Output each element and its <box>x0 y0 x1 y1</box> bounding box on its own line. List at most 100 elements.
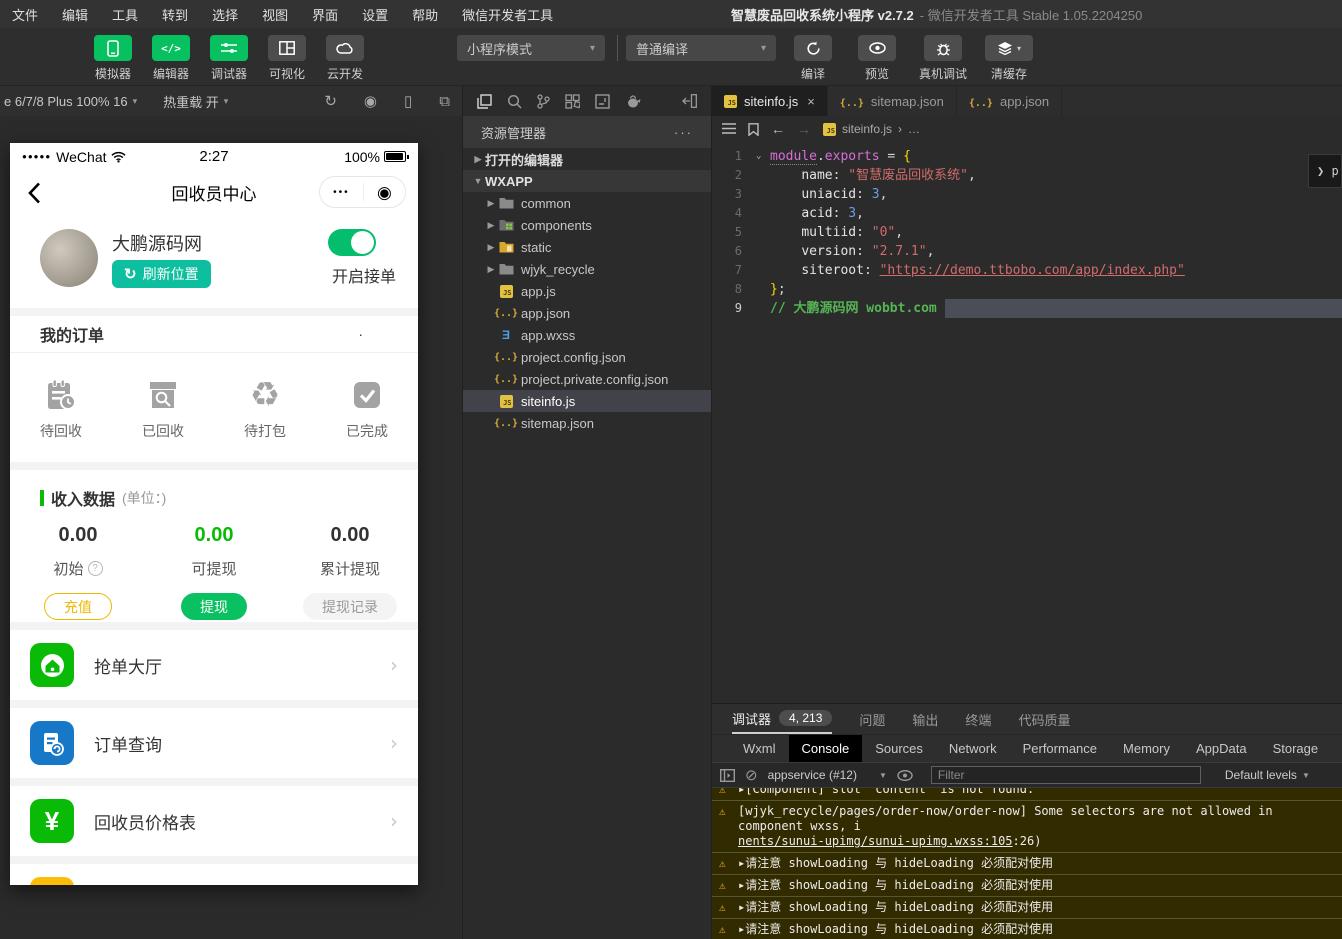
tree-item-wjyk_recycle[interactable]: ▶wjyk_recycle <box>463 258 711 280</box>
clear-console-icon[interactable]: ⊘ <box>745 766 758 784</box>
tree-item-app.json[interactable]: {..}app.json <box>463 302 711 324</box>
menu-item-row-2[interactable]: ¥回收员价格表› <box>10 786 418 856</box>
fold-icon[interactable]: ⌄ <box>756 147 770 166</box>
eye-icon[interactable] <box>897 770 913 781</box>
device-frame-icon[interactable]: ▯ <box>404 94 412 109</box>
square-icon[interactable] <box>595 94 610 109</box>
close-target-icon[interactable]: ◉ <box>377 184 392 201</box>
device-select[interactable]: e 6/7/8 Plus 100% 16 <box>4 94 128 109</box>
compile-mode-select[interactable]: 普通编译 ▾ <box>626 35 776 61</box>
debugger-tab-输出[interactable]: 输出 <box>912 704 938 734</box>
income-action-button[interactable]: 充值 <box>44 593 112 620</box>
tree-item-project.private.config.json[interactable]: {..}project.private.config.json <box>463 368 711 390</box>
toolbar-button-code[interactable]: </>编辑器 <box>142 35 200 82</box>
devtools-tab-Memory[interactable]: Memory <box>1110 735 1183 762</box>
devtools-tab-Network[interactable]: Network <box>936 735 1010 762</box>
devtools-tab-Sources[interactable]: Sources <box>862 735 936 762</box>
filter-input[interactable] <box>931 766 1201 784</box>
restart-icon[interactable]: ↻ <box>324 94 337 109</box>
grid-icon[interactable] <box>565 94 580 109</box>
collapse-icon[interactable] <box>682 94 697 108</box>
back-icon[interactable] <box>28 182 41 204</box>
menu-item-0[interactable]: 文件 <box>12 5 38 24</box>
mode-select[interactable]: 小程序模式 ▾ <box>457 35 605 61</box>
code-editor[interactable]: ❯ p 1⌄module.exports = {2 name: "智慧废品回收系… <box>712 142 1342 703</box>
tree-item-components[interactable]: ▶components <box>463 214 711 236</box>
menu-item-1[interactable]: 编辑 <box>62 5 88 24</box>
multi-window-icon[interactable]: ⧉ <box>439 94 450 109</box>
order-tab-check[interactable]: 已完成 <box>316 353 418 462</box>
help-icon[interactable]: ? <box>88 561 103 576</box>
console-warning-row[interactable]: ⚠▸请注意 showLoading 与 hideLoading 必须配对使用 <box>712 919 1342 939</box>
income-action-button[interactable]: 提现记录 <box>303 593 397 620</box>
more-icon[interactable]: ••• <box>333 187 350 198</box>
menu-item-row-1[interactable]: 订单查询› <box>10 708 418 778</box>
tree-item-sitemap.json[interactable]: {..}sitemap.json <box>463 412 711 434</box>
debugger-tab-代码质量[interactable]: 代码质量 <box>1018 704 1070 734</box>
menu-item-6[interactable]: 界面 <box>312 5 338 24</box>
console-output[interactable]: ⚠▸[Component] slot "content" is not foun… <box>712 788 1342 939</box>
debugger-tab-问题[interactable]: 问题 <box>859 704 885 734</box>
income-action-button[interactable]: 提现 <box>181 593 247 620</box>
more-actions-icon[interactable]: ··· <box>674 125 693 140</box>
project-root[interactable]: ▼ WXAPP <box>463 170 711 192</box>
breadcrumb[interactable]: JS siteinfo.js › … <box>823 122 920 136</box>
tab-siteinfo.js[interactable]: JSsiteinfo.js× <box>712 86 828 116</box>
menu-item-5[interactable]: 视图 <box>262 5 288 24</box>
tree-item-common[interactable]: ▶common <box>463 192 711 214</box>
tree-item-app.wxss[interactable]: Ǝapp.wxss <box>463 324 711 346</box>
tree-item-app.js[interactable]: JSapp.js <box>463 280 711 302</box>
avatar[interactable] <box>40 229 98 287</box>
accept-orders-toggle[interactable] <box>328 229 376 256</box>
tree-item-project.config.json[interactable]: {..}project.config.json <box>463 346 711 368</box>
devtools-tab-Wxml[interactable]: Wxml <box>730 735 789 762</box>
open-editors-section[interactable]: ▶ 打开的编辑器 <box>463 148 711 170</box>
toolbar-button-cloud[interactable]: 云开发 <box>316 35 374 82</box>
tab-app.json[interactable]: {..}app.json <box>957 86 1062 116</box>
devtools-tab-Security[interactable]: Security <box>1331 735 1342 762</box>
menu-item-7[interactable]: 设置 <box>362 5 388 24</box>
debugger-tab-调试器[interactable]: 调试器4, 213 <box>732 704 832 734</box>
devtools-tab-Storage[interactable]: Storage <box>1260 735 1332 762</box>
menu-item-row-3[interactable]: 回收网点› <box>10 864 418 885</box>
action-button-layers[interactable]: ▾清缓存 <box>980 35 1038 82</box>
order-tab-boxsearch[interactable]: 已回收 <box>112 353 214 462</box>
menu-item-2[interactable]: 工具 <box>112 5 138 24</box>
menu-item-3[interactable]: 转到 <box>162 5 188 24</box>
hot-reload-toggle[interactable]: 热重载 开 <box>163 92 219 111</box>
console-warning-row[interactable]: ⚠▸请注意 showLoading 与 hideLoading 必须配对使用 <box>712 875 1342 897</box>
toolbar-button-layout[interactable]: 可视化 <box>258 35 316 82</box>
outline-list-icon[interactable] <box>722 123 736 135</box>
devtools-tab-Performance[interactable]: Performance <box>1010 735 1110 762</box>
order-tab-clip[interactable]: 待回收 <box>10 353 112 462</box>
branch-icon[interactable] <box>537 94 550 109</box>
console-warning-row[interactable]: ⚠▸请注意 showLoading 与 hideLoading 必须配对使用 <box>712 853 1342 875</box>
refresh-location-button[interactable]: ↻ 刷新位置 <box>112 260 211 288</box>
menu-item-4[interactable]: 选择 <box>212 5 238 24</box>
files-icon[interactable] <box>477 94 492 109</box>
peek-widget[interactable]: ❯ p <box>1308 154 1342 188</box>
console-warning-row[interactable]: ⚠▸请注意 showLoading 与 hideLoading 必须配对使用 <box>712 897 1342 919</box>
log-levels-select[interactable]: Default levels ▼ <box>1225 768 1310 782</box>
bookmark-icon[interactable] <box>748 123 759 136</box>
tab-sitemap.json[interactable]: {..}sitemap.json <box>828 86 957 116</box>
console-warning-row[interactable]: ⚠[wjyk_recycle/pages/order-now/order-now… <box>712 801 1342 853</box>
toolbar-button-sliders[interactable]: 调试器 <box>200 35 258 82</box>
tree-item-static[interactable]: ▶static <box>463 236 711 258</box>
tree-item-siteinfo.js[interactable]: JSsiteinfo.js <box>463 390 711 412</box>
toolbar-button-phone[interactable]: 模拟器 <box>84 35 142 82</box>
devtools-tab-Console[interactable]: Console <box>789 735 863 762</box>
teapot-icon[interactable] <box>625 95 641 108</box>
close-icon[interactable]: × <box>807 94 815 109</box>
sidebar-toggle-icon[interactable] <box>720 769 735 782</box>
search-icon[interactable] <box>507 94 522 109</box>
record-icon[interactable]: ◉ <box>364 94 377 109</box>
menu-item-row-0[interactable]: 抢单大厅› <box>10 630 418 700</box>
menu-item-8[interactable]: 帮助 <box>412 5 438 24</box>
debugger-tab-终端[interactable]: 终端 <box>965 704 991 734</box>
context-select[interactable]: appservice (#12) ▼ <box>768 768 887 782</box>
source-link[interactable]: nents/sunui-upimg/sunui-upimg.wxss:105 <box>738 834 1013 848</box>
order-tab-recycle[interactable]: ♻待打包 <box>214 353 316 462</box>
menu-item-9[interactable]: 微信开发者工具 <box>462 5 553 24</box>
back-history-icon[interactable]: ← <box>771 121 785 137</box>
